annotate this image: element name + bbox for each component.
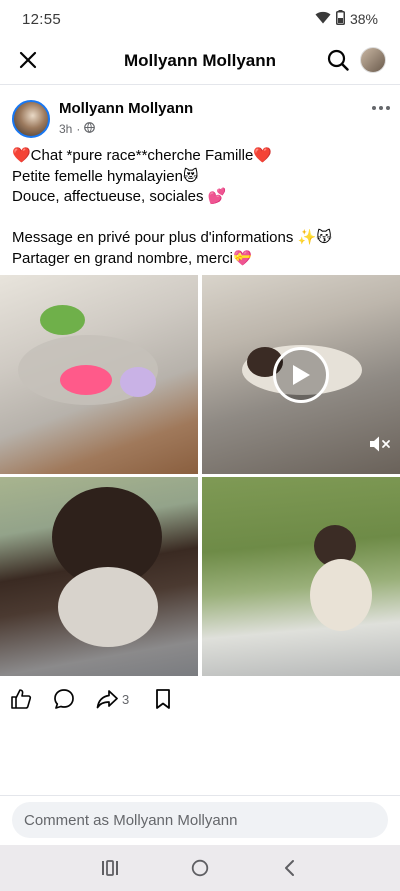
recent-apps-icon: [102, 860, 118, 876]
back-icon: [285, 860, 294, 876]
meta-separator: ·: [76, 122, 81, 136]
author-avatar[interactable]: [12, 100, 50, 138]
post-text-line: Message en privé pour plus d'information…: [12, 229, 332, 246]
more-dot-icon: [379, 106, 383, 110]
post-text-line: ❤️Chat *pure race**cherche Famille❤️: [12, 147, 272, 164]
home-icon: [191, 859, 209, 877]
post-text: ❤️Chat *pure race**cherche Famille❤️ Pet…: [12, 146, 390, 269]
toy-image: [120, 367, 156, 397]
cat-image: [310, 559, 372, 631]
avatar[interactable]: [360, 47, 386, 73]
post-actions: 3: [0, 686, 400, 712]
post-meta: 3h ·: [59, 122, 96, 136]
divider: [0, 84, 400, 85]
bookmark-icon: [156, 689, 170, 709]
share-button[interactable]: 3: [96, 686, 129, 712]
save-button[interactable]: [153, 686, 173, 712]
system-nav-bar: [0, 845, 400, 891]
post-text-line: Douce, affectueuse, sociales 💕: [12, 188, 227, 205]
globe-icon: [84, 122, 96, 136]
recent-apps-button[interactable]: [98, 856, 122, 880]
play-button[interactable]: [273, 347, 329, 403]
search-button[interactable]: [324, 46, 352, 74]
share-icon: [96, 690, 118, 709]
home-button[interactable]: [188, 856, 212, 880]
post-text-line: Petite femelle hymalayien😻: [12, 167, 199, 185]
post-header: Mollyann Mollyann 3h ·: [0, 96, 400, 144]
more-dot-icon: [386, 106, 390, 110]
play-icon: [293, 365, 310, 385]
post-time[interactable]: 3h: [59, 122, 72, 136]
toy-image: [40, 305, 85, 335]
status-bar: 12:55 38%: [0, 0, 400, 38]
like-button[interactable]: [10, 686, 32, 712]
author-name[interactable]: Mollyann Mollyann: [59, 100, 193, 117]
post-text-blank: [12, 208, 390, 229]
post-photo-4[interactable]: [202, 477, 400, 676]
more-dot-icon: [372, 106, 376, 110]
like-icon: [11, 689, 32, 709]
post-text-line: Partager en grand nombre, merci💝: [12, 249, 252, 267]
comment-button[interactable]: [53, 686, 75, 712]
mute-icon: [370, 436, 390, 452]
search-icon: [327, 49, 349, 71]
comment-input[interactable]: [12, 802, 388, 838]
top-bar: Mollyann Mollyann: [0, 38, 400, 84]
post-video[interactable]: [202, 275, 400, 474]
battery-percent: 38%: [349, 11, 378, 27]
more-options-button[interactable]: [368, 100, 394, 116]
cat-image: [58, 567, 158, 647]
share-count: 3: [122, 691, 130, 707]
mute-button[interactable]: [368, 432, 392, 456]
post-photo-1[interactable]: [0, 275, 198, 474]
comment-icon: [54, 689, 74, 709]
wifi-icon: [315, 11, 331, 27]
battery-icon: [335, 10, 345, 28]
post-photo-3[interactable]: [0, 477, 198, 676]
status-time: 12:55: [22, 10, 62, 28]
toy-image: [60, 365, 112, 395]
back-button[interactable]: [278, 856, 302, 880]
status-icons: 38%: [315, 10, 378, 28]
comment-composer: [0, 795, 400, 845]
